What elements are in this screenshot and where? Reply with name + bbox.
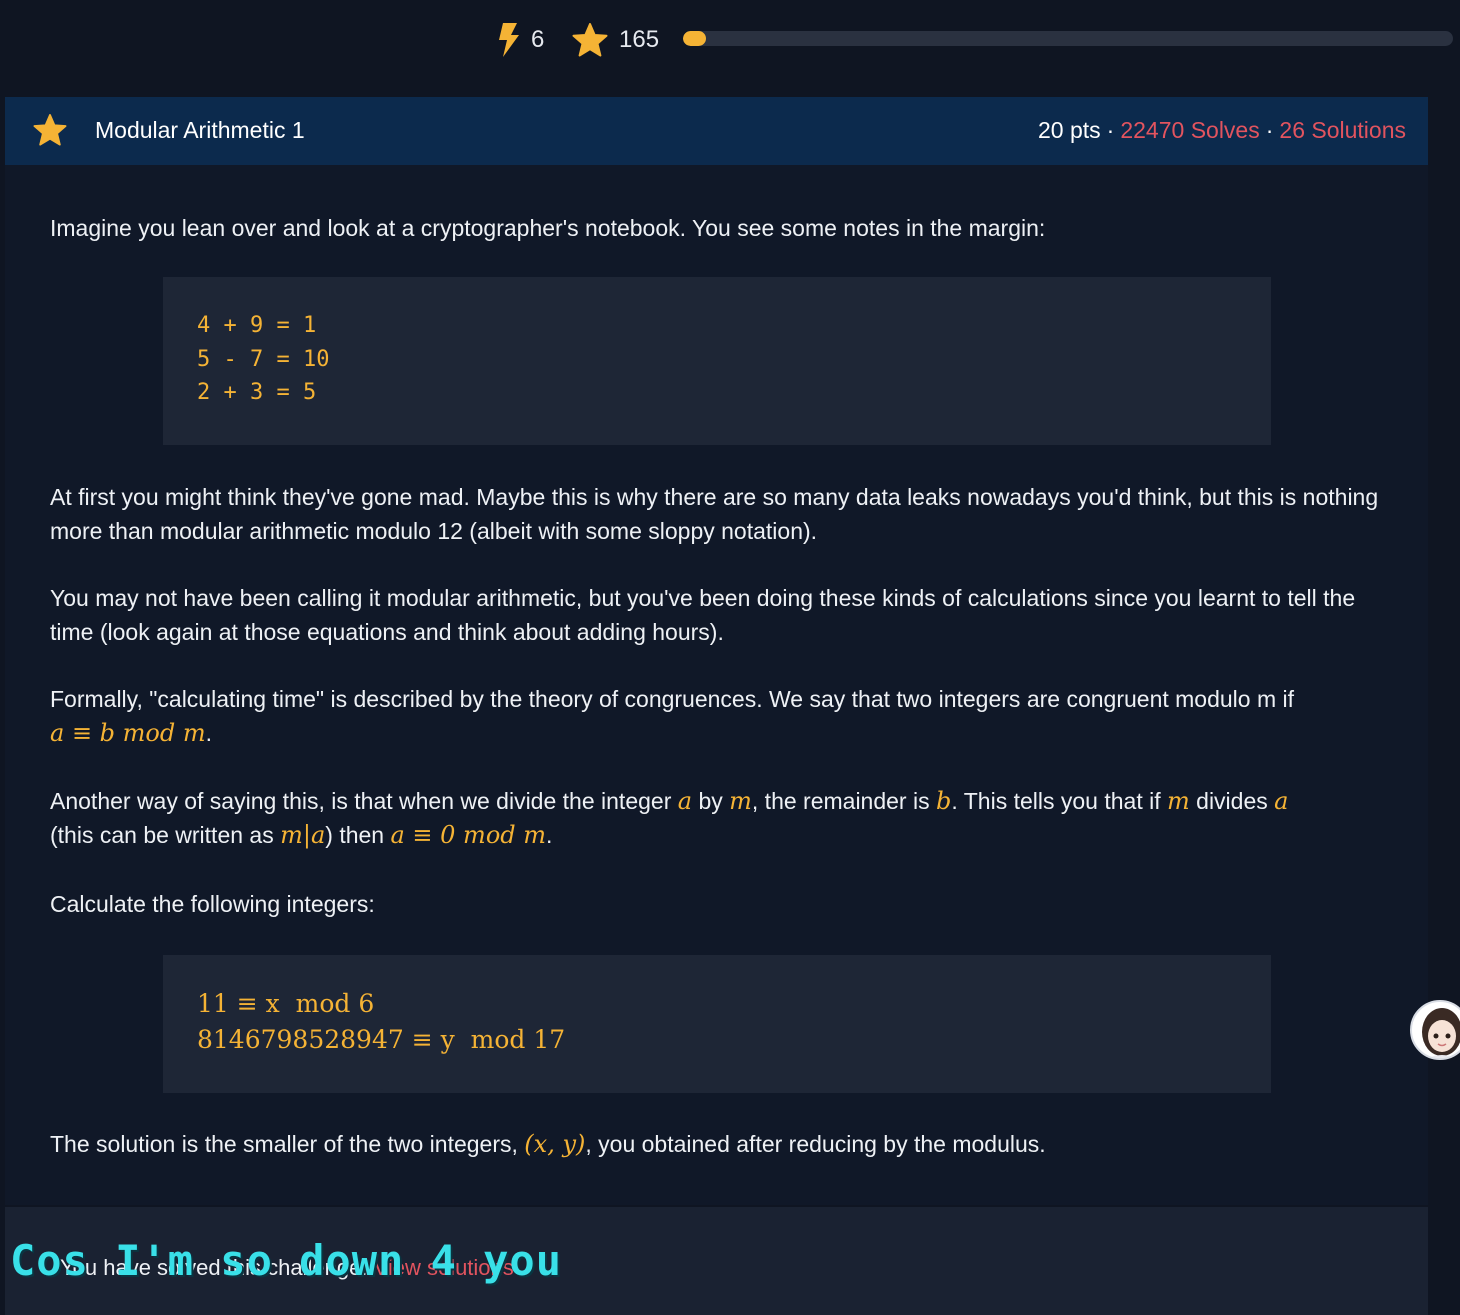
solves-link[interactable]: 22470 Solves: [1120, 117, 1259, 143]
text-fragment: Another way of saying this, is that when…: [50, 788, 672, 814]
points-label: 20 pts: [1038, 117, 1101, 143]
paragraph-divides: Another way of saying this, is that when…: [50, 787, 1289, 849]
text-fragment: by: [698, 788, 723, 814]
lightning-icon: [499, 23, 519, 57]
var-b: b: [936, 787, 952, 815]
video-caption-overlay: Cos I'm so down 4 you: [10, 1236, 563, 1285]
avatar-face-icon: [1422, 1008, 1460, 1058]
var-a: a: [1274, 787, 1289, 815]
streak-count: 6: [531, 26, 545, 53]
code-block: 4 + 9 = 1 5 - 7 = 10 2 + 3 = 5: [163, 277, 1271, 445]
text-fragment: , you obtained after reducing by the mod…: [585, 1131, 1046, 1157]
math-block: 11 ≡ x mod 6 8146798528947 ≡ y mod 17: [163, 955, 1271, 1093]
math-line-y: 8146798528947 ≡ y mod 17: [197, 1025, 566, 1054]
text-fragment: The solution is the smaller of the two i…: [50, 1131, 518, 1157]
divides-math: m|a: [280, 821, 326, 849]
score-stat: 165: [572, 18, 659, 62]
score-value: 165: [619, 26, 660, 53]
paragraph-calculate: Calculate the following integers:: [50, 891, 375, 917]
paragraph-solution: The solution is the smaller of the two i…: [50, 1127, 1390, 1161]
congruence-math: a ≡ b mod m: [50, 719, 206, 747]
code-line: 5 - 7 = 10: [197, 346, 330, 372]
intro-paragraph: Imagine you lean over and look at a cryp…: [50, 215, 1046, 241]
var-m: m: [1167, 787, 1190, 815]
challenge-header[interactable]: Modular Arithmetic 1 20 pts · 22470 Solves…: [5, 97, 1428, 165]
text-fragment: (this can be written as: [50, 822, 274, 848]
paragraph-telling-time: You may not have been calling it modular…: [50, 585, 1356, 645]
top-bar: 6 165: [0, 0, 1460, 80]
code-line: 2 + 3 = 5: [197, 380, 317, 405]
star-icon: [572, 23, 608, 57]
congruence-text: Formally, "calculating time" is describe…: [50, 686, 1295, 712]
star-icon[interactable]: [33, 114, 67, 146]
solutions-link[interactable]: 26 Solutions: [1279, 117, 1406, 143]
challenge-title: Modular Arithmetic 1: [95, 117, 305, 143]
text-fragment: divides: [1196, 788, 1268, 814]
math-line-x: 11 ≡ x mod 6: [197, 989, 375, 1018]
var-a: a: [677, 787, 693, 815]
progress-bar: [683, 31, 1453, 46]
challenge-meta: 20 pts · 22470 Solves · 26 Solutions: [1038, 117, 1406, 143]
paragraph-congruences: Formally, "calculating time" is describe…: [50, 686, 1295, 747]
var-m: m: [729, 787, 752, 815]
solution-tuple-math: (x, y): [524, 1130, 586, 1158]
streak-stat: 6: [497, 18, 544, 62]
paragraph-sloppy-notation: At first you might think they've gone ma…: [50, 484, 1379, 544]
text-fragment: . This tells you that if: [951, 788, 1161, 814]
zero-congruence-math: a ≡ 0 mod m: [390, 821, 547, 849]
progress-fill: [683, 31, 707, 46]
text-fragment: ) then: [325, 822, 385, 848]
text-fragment: , the remainder is: [751, 788, 930, 814]
code-line: 4 + 9 = 1: [197, 313, 317, 338]
